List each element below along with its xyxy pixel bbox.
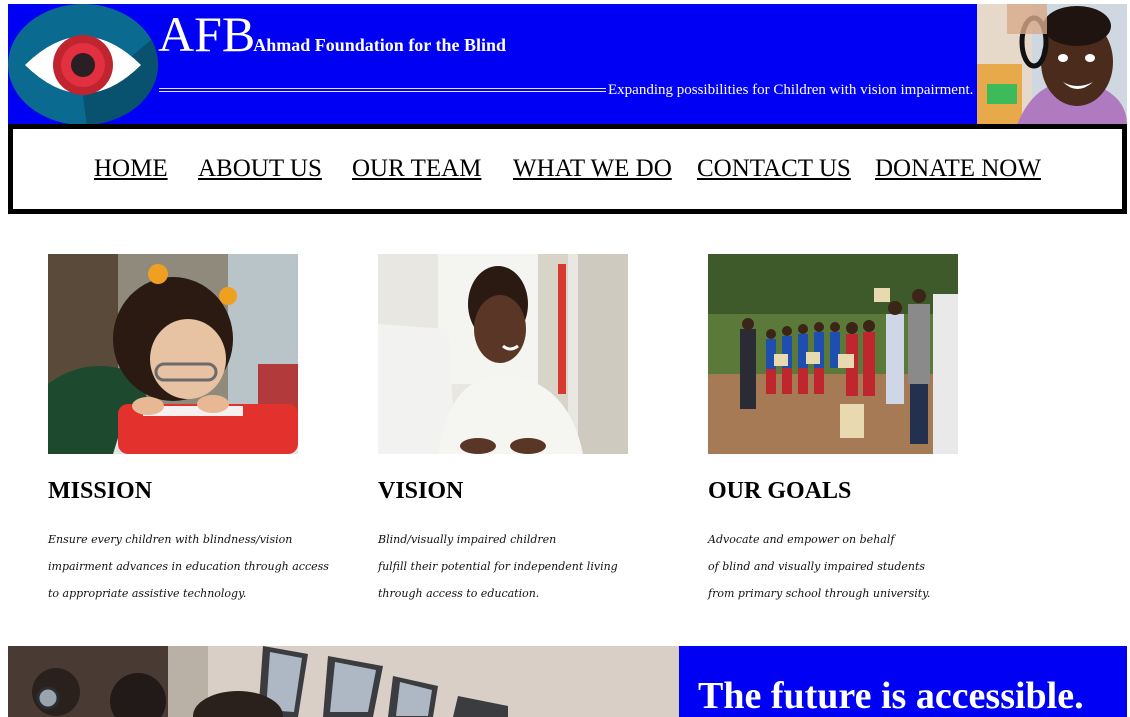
- nav-item-what-we-do[interactable]: WHAT WE DO: [513, 154, 672, 184]
- mission-text-line: Ensure every children with blindness/vis…: [48, 533, 293, 546]
- vision-heading: VISION: [378, 478, 464, 504]
- nav-item-donate-now[interactable]: DONATE NOW: [875, 154, 1041, 184]
- organization-name: Ahmad Foundation for the Blind: [253, 35, 506, 55]
- goals-text-line: Advocate and empower on behalf: [708, 533, 895, 546]
- nav-item-about-us[interactable]: ABOUT US: [198, 154, 322, 184]
- slogan-panel: The future is accessible.: [679, 646, 1127, 717]
- girl-reading-braille-photo: [48, 254, 298, 454]
- students-group-outdoor-photo: [708, 254, 958, 454]
- mission-section: MISSION Ensure every children with blind…: [48, 254, 348, 607]
- goals-text-line: from primary school through university.: [708, 587, 931, 600]
- vision-text: Blind/visually impaired children fulfill…: [378, 526, 678, 607]
- brand: AFBAhmad Foundation for the Blind: [158, 6, 506, 62]
- bottom-banner: The future is accessible.: [8, 646, 1127, 717]
- brand-abbreviation: AFB: [158, 6, 256, 62]
- goals-text: Advocate and empower on behalf of blind …: [708, 526, 1008, 607]
- nav-item-home[interactable]: HOME: [94, 154, 168, 184]
- vision-text-line: through access to education.: [378, 587, 540, 600]
- eye-logo-icon[interactable]: [8, 4, 158, 125]
- slogan-heading: The future is accessible.: [698, 675, 1084, 717]
- mission-text: Ensure every children with blindness/vis…: [48, 526, 348, 607]
- vision-section: VISION Blind/visually impaired children …: [378, 254, 678, 607]
- mission-heading: MISSION: [48, 478, 153, 504]
- mission-text-line: impairment advances in education through…: [48, 560, 329, 573]
- tagline-divider: [159, 88, 606, 92]
- tagline: Expanding possibilities for Children wit…: [608, 82, 974, 98]
- goals-text-line: of blind and visually impaired students: [708, 560, 926, 573]
- vision-text-line: Blind/visually impaired children: [378, 533, 557, 546]
- nav-menu: HOME ABOUT US OUR TEAM WHAT WE DO CONTAC…: [13, 129, 1122, 209]
- computer-lab-photo: [8, 646, 679, 717]
- child-with-magnifier-photo: [977, 4, 1127, 125]
- main-navigation: HOME ABOUT US OUR TEAM WHAT WE DO CONTAC…: [8, 124, 1127, 214]
- vision-text-line: fulfill their potential for independent …: [378, 560, 618, 573]
- mission-text-line: to appropriate assistive technology.: [48, 587, 247, 600]
- site-header: AFBAhmad Foundation for the Blind Expand…: [8, 4, 1127, 125]
- goals-heading: OUR GOALS: [708, 478, 852, 504]
- goals-section: OUR GOALS Advocate and empower on behalf…: [708, 254, 1008, 607]
- nav-item-our-team[interactable]: OUR TEAM: [352, 154, 481, 184]
- student-at-computer-photo: [378, 254, 628, 454]
- nav-item-contact-us[interactable]: CONTACT US: [697, 154, 851, 184]
